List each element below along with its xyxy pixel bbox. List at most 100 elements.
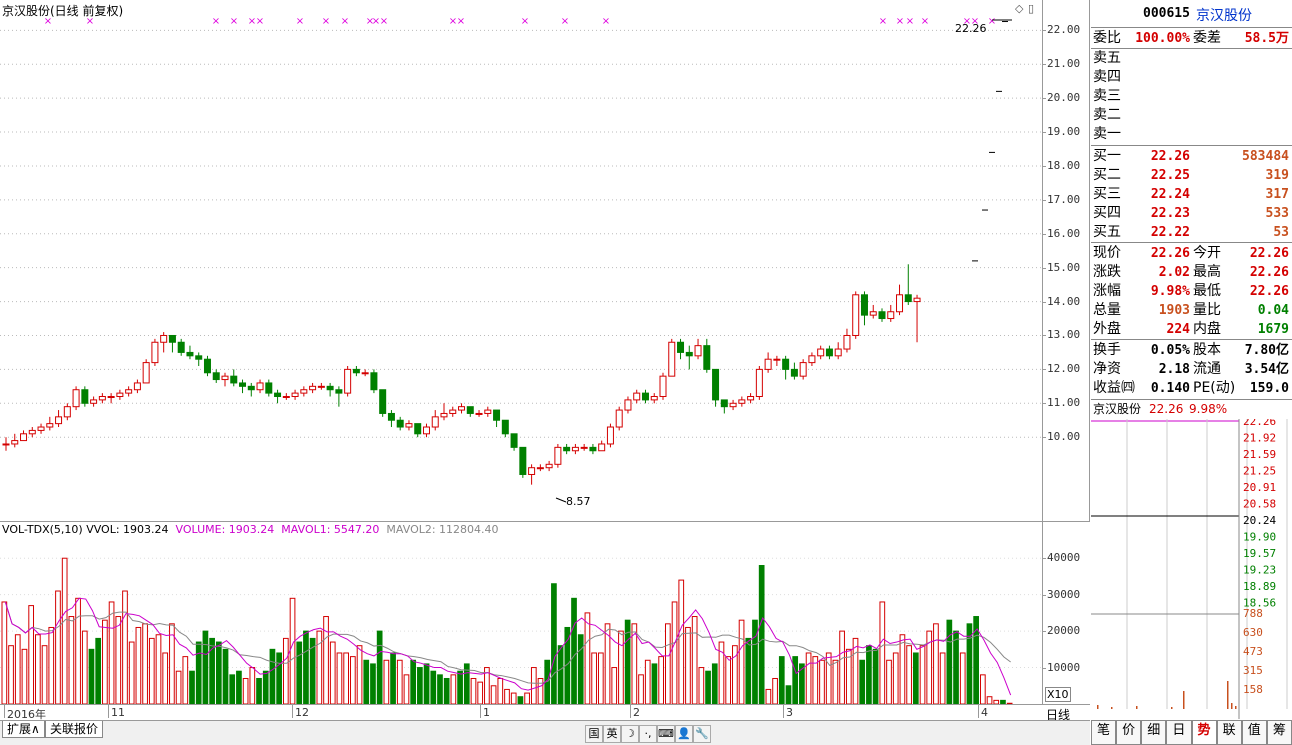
- side-tab[interactable]: 联: [1216, 720, 1242, 745]
- candle-body: [545, 463, 553, 469]
- candle-body: [317, 385, 325, 388]
- quote-row-label: 涨幅: [1093, 283, 1121, 299]
- candle-body: [817, 348, 825, 357]
- candle-body: [274, 392, 282, 398]
- finance-row[interactable]: 换手 0.05% 股本 7.80亿: [1091, 341, 1292, 360]
- volume-bar: [912, 652, 919, 704]
- input-method-toolbar: 国 英 ☽ ·, ⌨ 👤 🔧: [585, 725, 711, 743]
- ask-row[interactable]: 卖一: [1091, 125, 1292, 144]
- ask-row[interactable]: 卖二: [1091, 106, 1292, 125]
- volume-bar: [772, 677, 778, 704]
- candle-body: [133, 382, 141, 391]
- quote-row-value2: 22.26: [1249, 284, 1289, 299]
- volume-bar: [638, 674, 644, 704]
- bid-label: 买一: [1093, 148, 1121, 164]
- ask-label: 卖五: [1093, 50, 1121, 66]
- ask-row[interactable]: 卖五: [1091, 49, 1292, 68]
- candle-body: [309, 385, 317, 391]
- quote-row-label2: 内盘: [1193, 321, 1221, 337]
- national-icon[interactable]: 国: [585, 725, 603, 743]
- volume-chart[interactable]: [0, 538, 1042, 704]
- bid-row[interactable]: 买三 22.24 317: [1091, 185, 1292, 204]
- volume-bar: [953, 630, 959, 704]
- volume-bar: [792, 656, 799, 704]
- signal-marker: ×: [879, 16, 887, 27]
- volume-bar: [738, 619, 745, 704]
- diamond-icon[interactable]: ◇: [1015, 2, 1023, 15]
- intraday-chart[interactable]: 22.26 21.92 21.59 21.25 20.91 20.58 20.24 19.90…: [1091, 419, 1292, 719]
- side-tab-bar: 笔价细日势联值筹: [1091, 720, 1292, 745]
- candle-body: [755, 368, 763, 398]
- volume-bar: [678, 579, 685, 704]
- moon-icon[interactable]: ☽: [621, 725, 639, 743]
- price-tick-label: 13.00: [1041, 328, 1081, 342]
- stock-name[interactable]: 京汉股份: [1196, 5, 1252, 25]
- side-tab[interactable]: 日: [1166, 720, 1192, 745]
- candle-body: [125, 389, 133, 394]
- volume-bar: [417, 667, 423, 704]
- tab-expand[interactable]: 扩展∧: [2, 721, 45, 738]
- user-icon[interactable]: 👤: [675, 725, 693, 743]
- quote-row[interactable]: 涨跌 2.02 最高 22.26: [1091, 263, 1292, 282]
- price-tick-label: 10.00: [1041, 430, 1081, 444]
- volume-bar: [986, 696, 993, 704]
- candle-body: [685, 351, 693, 357]
- side-tab[interactable]: 值: [1241, 720, 1267, 745]
- kline-chart[interactable]: × × × × × × × × × × × × × × × × × × × × × × × × 京汉股份(日线 前复权) ◇ …: [0, 0, 1090, 521]
- candle-body: [326, 385, 334, 391]
- ask-label: 卖四: [1093, 69, 1121, 85]
- volume-bar: [933, 623, 939, 704]
- bid-row[interactable]: 买二 22.25 319: [1091, 166, 1292, 185]
- punctuation-icon[interactable]: ·,: [639, 725, 657, 743]
- volume-bar: [497, 677, 504, 704]
- side-tab[interactable]: 笔: [1091, 720, 1117, 745]
- quote-row-value: 1903: [1158, 303, 1190, 318]
- volume-bar: [81, 630, 88, 704]
- volume-bar: [356, 645, 363, 704]
- volume-bar: [711, 663, 718, 704]
- side-tab[interactable]: 筹: [1266, 720, 1292, 745]
- wrench-icon[interactable]: 🔧: [693, 725, 711, 743]
- volume-unit-label: X10: [1045, 687, 1071, 702]
- candle-body: [729, 402, 737, 408]
- tab-related-quotes[interactable]: 关联报价: [45, 721, 104, 738]
- mini-price-tick: 18.89: [1243, 580, 1276, 593]
- keyboard-icon[interactable]: ⌨: [657, 725, 675, 743]
- ask-row[interactable]: 卖四: [1091, 68, 1292, 87]
- side-tab[interactable]: 细: [1141, 720, 1167, 745]
- candle-body: [116, 392, 124, 398]
- volume-bar: [396, 659, 403, 704]
- expand-icon[interactable]: ▯: [1028, 2, 1034, 15]
- side-tab[interactable]: 势: [1191, 720, 1217, 745]
- vol-indicator-name[interactable]: VOL-TDX(5,10): [2, 523, 83, 536]
- side-tab[interactable]: 价: [1116, 720, 1142, 745]
- ask-row[interactable]: 卖三: [1091, 87, 1292, 106]
- quote-row-value: 224: [1166, 322, 1190, 337]
- signal-marker: ×: [230, 16, 238, 27]
- signal-marker: ×: [602, 16, 610, 27]
- english-mode-icon[interactable]: 英: [603, 725, 621, 743]
- bid-price: 22.23: [1150, 206, 1190, 221]
- volume-bar: [1, 601, 8, 704]
- quote-row[interactable]: 现价 22.26 今开 22.26: [1091, 244, 1292, 263]
- quote-row[interactable]: 总量 1903 量比 0.04: [1091, 301, 1292, 320]
- finance-row[interactable]: 净资 2.18 流通 3.54亿: [1091, 360, 1292, 379]
- volume-bar: [705, 670, 711, 704]
- quote-row-value: 2.02: [1158, 265, 1190, 280]
- finance-row[interactable]: 收益㈣ 0.140 PE(动) 159.0: [1091, 379, 1292, 398]
- candle-body: [799, 362, 807, 377]
- bid-row[interactable]: 买一 22.26 583484: [1091, 147, 1292, 166]
- candle-body: [300, 389, 308, 394]
- quote-row[interactable]: 涨幅 9.98% 最低 22.26: [1091, 282, 1292, 301]
- candle-body: [352, 368, 360, 374]
- date-tick-label: 3: [783, 704, 793, 719]
- bid-row[interactable]: 买四 22.23 533: [1091, 204, 1292, 223]
- mini-volume-tick: 315: [1243, 664, 1263, 677]
- volume-bar: [591, 652, 597, 704]
- volume-bar: [269, 648, 276, 704]
- quote-row[interactable]: 外盘 224 内盘 1679: [1091, 320, 1292, 339]
- kline-canvas[interactable]: × × × × × × × × × ×× × × × × × × × × × × × × ×: [0, 0, 1042, 521]
- finance-row-value: 0.05%: [1150, 343, 1190, 358]
- price-tick-label: 15.00: [1041, 260, 1081, 274]
- bid-row[interactable]: 买五 22.22 53: [1091, 223, 1292, 242]
